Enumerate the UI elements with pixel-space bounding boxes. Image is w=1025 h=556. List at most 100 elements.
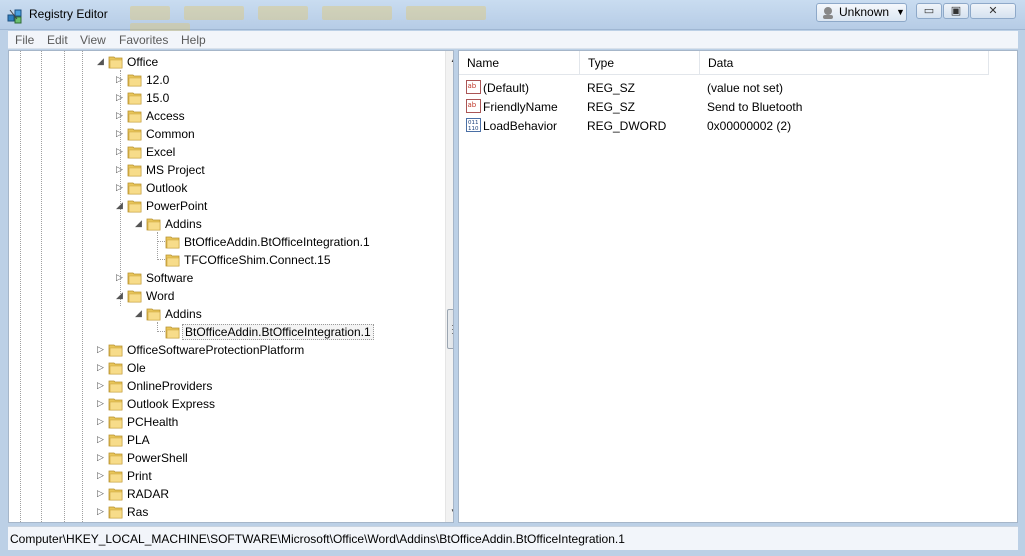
collapse-arrow-icon[interactable]: ◢	[116, 200, 125, 211]
registry-key-tree[interactable]: ◢ Office ▷ 12.0 ▷ 15.0 ▷ Access ▷ Common ▷ Excel ▷ MS…	[8, 50, 454, 523]
expand-arrow-icon[interactable]: ▷	[116, 74, 125, 85]
expand-arrow-icon[interactable]: ▷	[116, 110, 125, 121]
value-data-cell: 0x00000002 (2)	[707, 119, 792, 133]
tree-guide-line	[41, 51, 42, 522]
value-row[interactable]: ab (Default) REG_SZ (value not set)	[459, 78, 989, 96]
tree-node-label: Ole	[127, 361, 146, 375]
tree-node-label: Addins	[165, 217, 202, 231]
collapse-arrow-icon[interactable]: ◢	[97, 56, 106, 67]
minimize-button[interactable]: ▭	[916, 3, 942, 19]
menu-file[interactable]: File	[15, 33, 34, 47]
string-value-icon: ab	[466, 80, 481, 94]
svg-text:ab: ab	[468, 82, 477, 90]
registry-values-list[interactable]: Name Type Data ab (Default) REG_SZ (value n…	[458, 50, 1018, 523]
account-dropdown[interactable]: Unknown ▼	[816, 3, 907, 22]
folder-icon	[127, 74, 142, 87]
expand-arrow-icon[interactable]: ▷	[97, 362, 106, 373]
window-title: Registry Editor	[29, 7, 108, 21]
menu-view[interactable]: View	[80, 33, 106, 47]
collapse-arrow-icon[interactable]: ◢	[135, 218, 144, 229]
tree-node-label: OfficeSoftwareProtectionPlatform	[127, 343, 305, 357]
folder-icon	[146, 218, 161, 231]
folder-icon	[108, 506, 123, 519]
expand-arrow-icon[interactable]: ▷	[97, 380, 106, 391]
column-header-data[interactable]: Data	[700, 51, 989, 75]
tree-node-label: MS Project	[146, 163, 205, 177]
scroll-down-arrow-icon[interactable]: ▼	[450, 507, 453, 516]
folder-icon	[127, 128, 142, 141]
binary-value-icon: 011110	[466, 118, 481, 132]
folder-icon	[127, 182, 142, 195]
folder-icon	[127, 164, 142, 177]
expand-arrow-icon[interactable]: ▷	[97, 470, 106, 481]
tree-guide-line	[82, 51, 83, 522]
expand-arrow-icon[interactable]: ▷	[116, 182, 125, 193]
status-bar-path: Computer\HKEY_LOCAL_MACHINE\SOFTWARE\Mic…	[8, 526, 1018, 550]
expand-arrow-icon[interactable]: ▷	[116, 272, 125, 283]
folder-icon	[127, 110, 142, 123]
registry-editor-icon	[7, 9, 22, 24]
expand-arrow-icon[interactable]: ▷	[97, 416, 106, 427]
tree-node-label: Addins	[165, 307, 202, 321]
expand-arrow-icon[interactable]: ▷	[116, 128, 125, 139]
folder-icon	[127, 272, 142, 285]
value-row[interactable]: ab FriendlyName REG_SZ Send to Bluetooth	[459, 97, 989, 115]
expand-arrow-icon[interactable]: ▷	[97, 488, 106, 499]
folder-icon	[108, 416, 123, 429]
expand-arrow-icon[interactable]: ▷	[116, 146, 125, 157]
grip-icon	[452, 325, 453, 334]
menu-bar: File Edit View Favorites Help	[8, 31, 1018, 49]
folder-icon	[108, 344, 123, 357]
tree-node-label: 15.0	[146, 91, 170, 105]
expand-arrow-icon[interactable]: ▷	[97, 344, 106, 355]
folder-icon	[146, 308, 161, 321]
tree-node-label: TFCOfficeShim.Connect.15	[184, 253, 331, 267]
folder-icon	[108, 56, 123, 69]
folder-icon	[108, 488, 123, 501]
tree-node-label: PLA	[127, 433, 150, 447]
folder-icon	[108, 380, 123, 393]
column-header-name[interactable]: Name	[459, 51, 580, 75]
folder-icon	[108, 434, 123, 447]
tree-node-label: Excel	[146, 145, 176, 159]
folder-icon	[127, 92, 142, 105]
tree-node-label: Outlook Express	[127, 397, 216, 411]
scroll-up-arrow-icon[interactable]: ▲	[450, 55, 453, 64]
tree-node-label: Software	[146, 271, 194, 285]
value-row[interactable]: 011 110 LoadBehavior REG_DWORD 0x00000002 (2…	[459, 116, 989, 134]
folder-icon	[165, 254, 180, 267]
tree-vertical-scrollbar[interactable]: ▲ ▼	[445, 51, 453, 522]
folder-icon	[127, 200, 142, 213]
tree-guide-line	[157, 232, 158, 260]
tree-guide-line	[64, 51, 65, 522]
expand-arrow-icon[interactable]: ▷	[97, 398, 106, 409]
expand-arrow-icon[interactable]: ▷	[97, 434, 106, 445]
svg-text:ab: ab	[468, 101, 477, 109]
value-name-cell: (Default)	[483, 81, 530, 95]
value-name-cell: FriendlyName	[483, 100, 558, 114]
tree-node-label: RADAR	[127, 487, 170, 501]
value-data-cell: Send to Bluetooth	[707, 100, 803, 114]
collapse-arrow-icon[interactable]: ◢	[135, 308, 144, 319]
menu-edit[interactable]: Edit	[47, 33, 68, 47]
tree-node-label: Print	[127, 469, 152, 483]
maximize-button[interactable]: ▣	[943, 3, 969, 19]
title-bar: Registry Editor Unknown ▼ ▭ ▣ ✕	[0, 0, 1025, 37]
column-header-type[interactable]: Type	[580, 51, 700, 75]
tree-node-label: Common	[146, 127, 195, 141]
scrollbar-thumb[interactable]	[447, 309, 453, 349]
menu-favorites[interactable]: Favorites	[119, 33, 168, 47]
account-label: Unknown	[839, 5, 890, 19]
expand-arrow-icon[interactable]: ▷	[97, 452, 106, 463]
menu-help[interactable]: Help	[181, 33, 206, 47]
expand-arrow-icon[interactable]: ▷	[116, 92, 125, 103]
tree-node-label: 12.0	[146, 73, 170, 87]
expand-arrow-icon[interactable]: ▷	[116, 164, 125, 175]
chevron-down-icon: ▼	[896, 7, 905, 17]
tree-node-label: Office	[127, 55, 159, 69]
collapse-arrow-icon[interactable]: ◢	[116, 290, 125, 301]
tree-guide-line	[20, 51, 21, 522]
close-button[interactable]: ✕	[970, 3, 1016, 19]
expand-arrow-icon[interactable]: ▷	[97, 506, 106, 517]
tree-node-label: PCHealth	[127, 415, 179, 429]
